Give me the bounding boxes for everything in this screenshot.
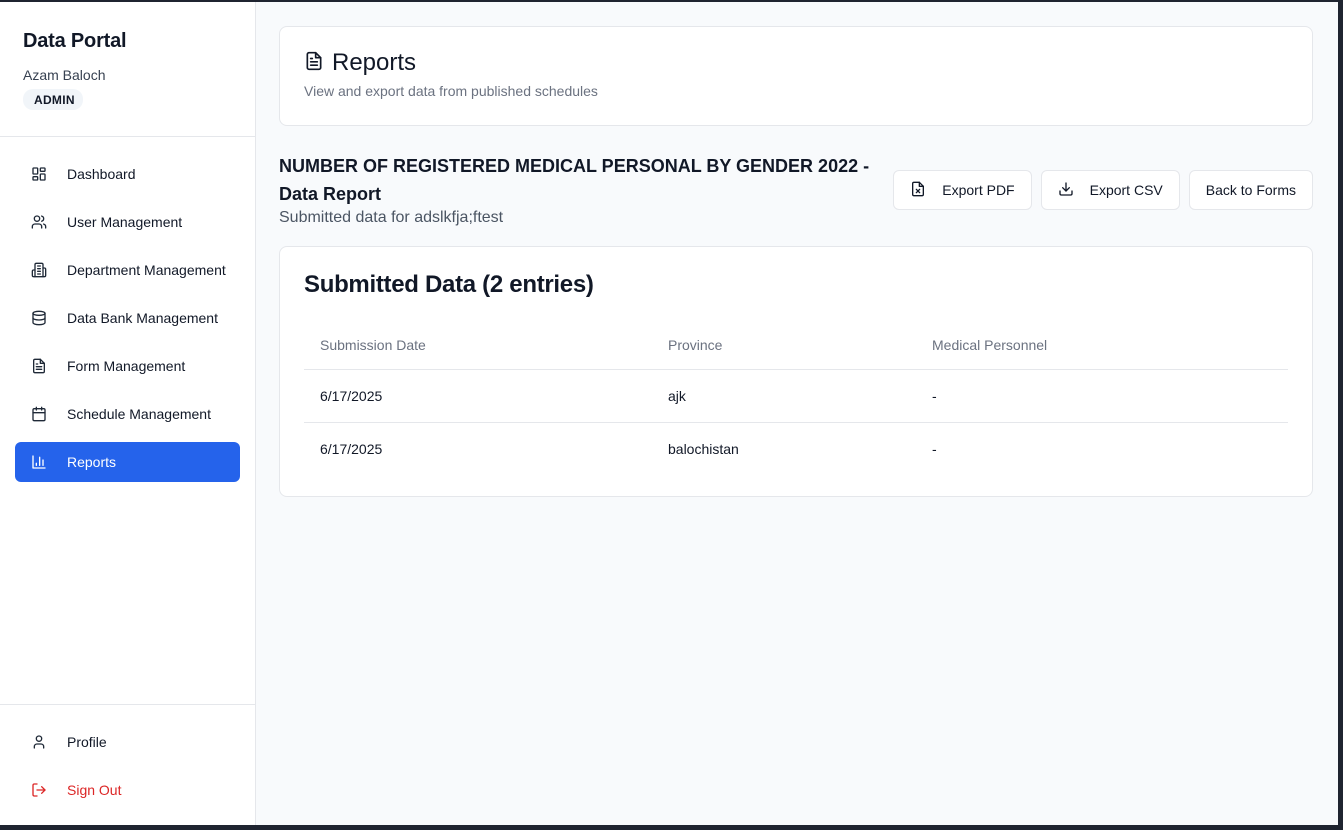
cell-medical-personnel: - — [932, 440, 937, 457]
cell-submission-date: 6/17/2025 — [304, 369, 652, 423]
file-text-icon — [304, 51, 332, 76]
table-row: 6/17/2025 ajk - — [304, 369, 1288, 423]
user-name: Azam Baloch — [23, 67, 106, 83]
submitted-data-title: Submitted Data (2 entries) — [304, 271, 594, 298]
column-header-medical-personnel: Medical Personnel — [916, 321, 1288, 370]
page-subtitle: View and export data from published sche… — [304, 83, 598, 99]
sidebar-nav: Dashboard User Management Department Man… — [0, 137, 255, 490]
sidebar-item-schedule-management[interactable]: Schedule Management — [15, 394, 240, 434]
sidebar-item-profile[interactable]: Profile — [15, 722, 240, 762]
sidebar-item-label: Schedule Management — [67, 406, 211, 422]
sidebar-item-label: User Management — [67, 214, 183, 230]
column-header-submission-date: Submission Date — [304, 321, 652, 370]
building-icon — [31, 262, 47, 278]
sidebar-item-label: Form Management — [67, 358, 186, 374]
sidebar-item-dashboard[interactable]: Dashboard — [15, 154, 240, 194]
submitted-data-table: Submission Date Province Medical Personn… — [304, 321, 1288, 475]
role-badge: ADMIN — [23, 89, 83, 110]
report-header: NUMBER OF REGISTERED MEDICAL PERSONAL BY… — [279, 152, 1313, 232]
users-icon — [31, 214, 47, 230]
dashboard-icon — [31, 166, 47, 182]
sign-out-button[interactable]: Sign Out — [15, 770, 240, 810]
calendar-icon — [31, 406, 47, 422]
download-icon — [1058, 181, 1090, 200]
submitted-data-card: Submitted Data (2 entries) Submission Da… — [279, 246, 1313, 497]
sidebar-footer: Profile Sign Out — [0, 704, 255, 818]
export-pdf-button[interactable]: Export PDF — [893, 170, 1032, 210]
sidebar-item-label: Data Bank Management — [67, 310, 218, 326]
back-to-forms-button[interactable]: Back to Forms — [1188, 170, 1313, 210]
database-icon — [31, 310, 47, 326]
export-csv-button[interactable]: Export CSV — [1040, 170, 1180, 210]
file-spreadsheet-icon — [910, 181, 942, 200]
app-title: Data Portal — [23, 30, 127, 52]
report-title: NUMBER OF REGISTERED MEDICAL PERSONAL BY… — [279, 156, 870, 204]
report-actions: Export PDF Export CSV Back to Forms — [893, 170, 1313, 210]
sidebar-item-data-bank-management[interactable]: Data Bank Management — [15, 298, 240, 338]
back-to-forms-label: Back to Forms — [1205, 182, 1296, 198]
sidebar-item-label: Reports — [67, 454, 117, 470]
table-row: 6/17/2025 balochistan - — [304, 422, 1288, 475]
export-pdf-label: Export PDF — [942, 182, 1015, 198]
user-icon — [31, 734, 47, 750]
main-content: Reports View and export data from publis… — [256, 2, 1338, 825]
sidebar-item-department-management[interactable]: Department Management — [15, 250, 240, 290]
sidebar-item-label: Profile — [67, 734, 107, 750]
sidebar-item-form-management[interactable]: Form Management — [15, 346, 240, 386]
report-subtitle: Submitted data for adslkfja;ftest — [279, 209, 504, 226]
sidebar-item-label: Sign Out — [67, 782, 122, 798]
sidebar-item-user-management[interactable]: User Management — [15, 202, 240, 242]
cell-province: ajk — [652, 369, 916, 423]
export-csv-label: Export CSV — [1089, 182, 1163, 198]
page-title: Reports — [332, 49, 417, 76]
brand: Data Portal Azam Baloch ADMIN — [0, 2, 255, 137]
table-header-row: Submission Date Province Medical Personn… — [304, 321, 1288, 370]
cell-medical-personnel: - — [916, 369, 1288, 423]
sidebar-item-label: Department Management — [67, 262, 226, 278]
sidebar: Data Portal Azam Baloch ADMIN Dashboard … — [0, 2, 256, 825]
bar-chart-icon — [31, 454, 47, 470]
app-window: Data Portal Azam Baloch ADMIN Dashboard … — [0, 2, 1338, 825]
page-header: Reports View and export data from publis… — [279, 26, 1313, 126]
sidebar-item-reports[interactable]: Reports — [15, 442, 240, 482]
column-header-province: Province — [652, 321, 916, 370]
sidebar-item-label: Dashboard — [67, 166, 136, 182]
cell-submission-date: 6/17/2025 — [320, 440, 383, 457]
file-text-icon — [31, 358, 47, 374]
sign-out-icon — [31, 782, 47, 798]
cell-province: balochistan — [668, 440, 739, 457]
